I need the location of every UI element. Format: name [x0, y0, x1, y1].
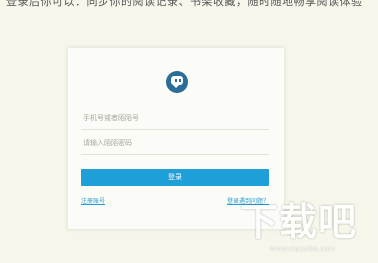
watermark-domain: www.xiazaiba.com — [270, 245, 335, 253]
account-input[interactable]: 手机号或者陌陌号 — [81, 108, 269, 130]
register-link[interactable]: 注册账号 — [81, 196, 105, 205]
watermark-logo: 下载吧 www.xiazaiba.com — [240, 196, 374, 260]
login-button[interactable]: 登录 — [81, 169, 269, 186]
password-input[interactable]: 请输入陌陌密码 — [81, 133, 269, 155]
password-placeholder: 请输入陌陌密码 — [83, 139, 132, 147]
watermark-text: 下载吧 — [240, 200, 358, 244]
chat-bubble-logo-icon — [166, 71, 188, 93]
top-banner: 登录后你可以：同步你的阅读记录、书架收藏，随时随地畅享阅读体验 — [0, 0, 378, 9]
account-placeholder: 手机号或者陌陌号 — [83, 114, 139, 122]
top-banner-text: 登录后你可以：同步你的阅读记录、书架收藏，随时随地畅享阅读体验 — [6, 0, 363, 8]
